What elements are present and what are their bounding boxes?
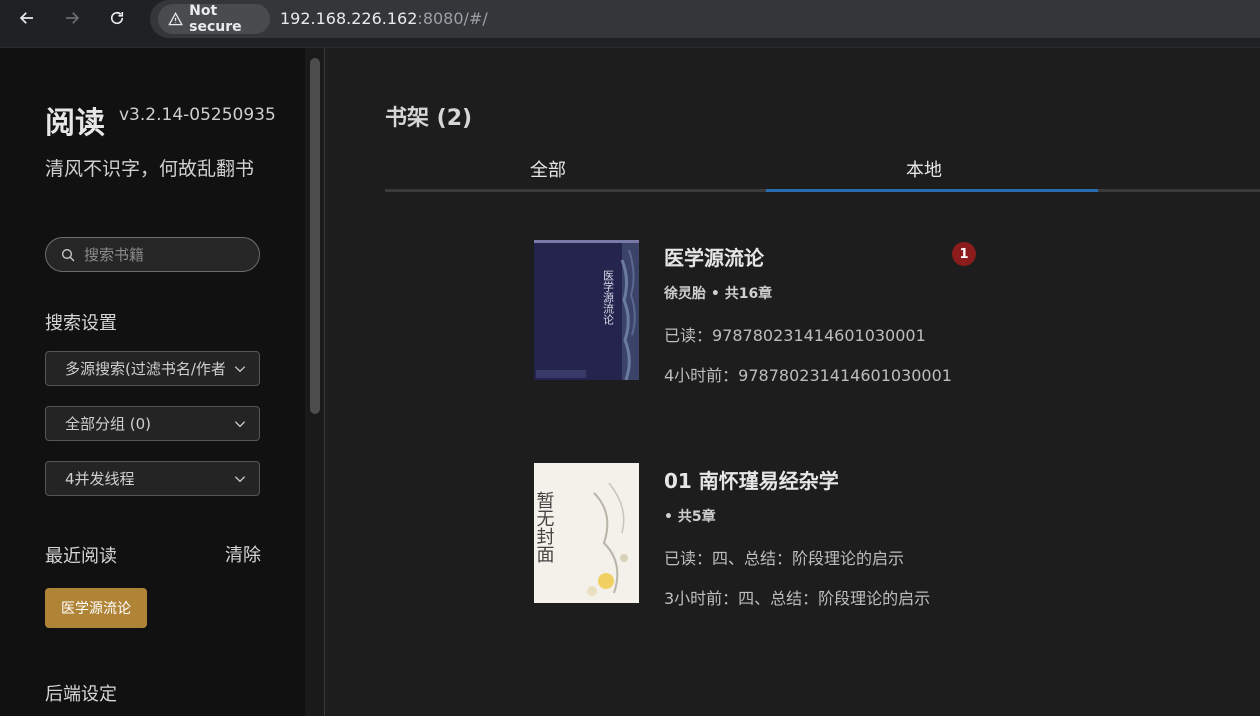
browser-toolbar: Not secure 192.168.226.162:8080/#/ <box>0 0 1260 48</box>
security-label: Not secure <box>189 3 242 35</box>
chevron-down-icon <box>234 476 246 483</box>
book-chapters: 共16章 <box>724 286 773 302</box>
book-item[interactable]: 暂无封面 01 南怀瑾易经杂学 • 共5章 已读：四、总结：阶段理论的启示 3小… <box>534 463 1034 608</box>
book-cover[interactable]: 暂无封面 <box>534 463 639 603</box>
chevron-down-icon <box>234 421 246 428</box>
search-settings-label: 搜索设置 <box>45 313 117 334</box>
app-version: v3.2.14-05250935 <box>119 105 276 125</box>
app-title: 阅读 <box>45 106 105 141</box>
book-item[interactable]: 医学源流论 医学源流论 1 徐灵胎 • 共16章 已读：978780231414… <box>534 240 1034 385</box>
back-button[interactable] <box>15 6 39 30</box>
cover-title-text: 医学源流论 <box>602 270 615 325</box>
search-input[interactable] <box>84 245 234 264</box>
shelf-title: 书架 (2) <box>385 106 473 131</box>
search-source-select[interactable]: 多源搜索(过滤书名/作者 <box>45 351 260 386</box>
book-latest-chapter: 4小时前：978780231414601030001 <box>664 366 952 385</box>
meta-separator: • <box>664 509 678 525</box>
reload-icon <box>110 11 124 25</box>
group-value: 全部分组 (0) <box>65 415 152 433</box>
book-read-progress: 已读：四、总结：阶段理论的启示 <box>664 549 905 568</box>
book-meta: • 共5章 <box>664 506 716 526</box>
book-title[interactable]: 医学源流论 <box>664 242 764 271</box>
url-host: 192.168.226.162 <box>280 9 418 28</box>
sidebar-scrollbar[interactable] <box>305 48 325 716</box>
meta-separator: • <box>710 286 725 302</box>
thread-select[interactable]: 4并发线程 <box>45 461 260 496</box>
book-read-progress: 已读：978780231414601030001 <box>664 326 926 345</box>
url-rest: :8080/#/ <box>417 9 488 28</box>
search-box[interactable] <box>45 237 260 272</box>
backend-label: 后端设定 <box>45 684 117 705</box>
search-source-value: 多源搜索(过滤书名/作者 <box>65 360 225 378</box>
sidebar-scroll-thumb[interactable] <box>310 58 320 414</box>
recent-book-chip[interactable]: 医学源流论 <box>45 588 147 628</box>
arrow-right-icon <box>66 12 80 24</box>
motto: 清风不识字，何故乱翻书 <box>45 158 255 180</box>
shelf-tabs: 全部 本地 <box>385 144 1260 192</box>
book-title[interactable]: 01 南怀瑾易经杂学 <box>664 465 839 494</box>
group-select[interactable]: 全部分组 (0) <box>45 406 260 441</box>
search-icon <box>62 248 75 261</box>
cover-placeholder-text: 暂无封面 <box>534 491 555 563</box>
book-meta: 徐灵胎 • 共16章 <box>664 283 772 303</box>
reload-button[interactable] <box>105 6 129 30</box>
warning-icon <box>168 12 183 26</box>
book-cover[interactable]: 医学源流论 <box>534 240 639 380</box>
book-cover-image: 医学源流论 <box>534 240 639 380</box>
tab-all[interactable]: 全部 <box>530 156 566 182</box>
chevron-down-icon <box>234 366 246 373</box>
unread-badge: 1 <box>952 242 976 266</box>
tab-active-indicator <box>766 189 1098 192</box>
address-bar[interactable]: Not secure 192.168.226.162:8080/#/ <box>150 0 1260 38</box>
sidebar: 阅读 v3.2.14-05250935 清风不识字，何故乱翻书 搜索设置 多源搜… <box>0 48 305 716</box>
arrow-left-icon <box>19 12 33 24</box>
forward-button[interactable] <box>60 6 84 30</box>
main-content: 书架 (2) 全部 本地 医学源流论 医学源流论 1 徐灵胎 • 共16章 已读… <box>326 48 1260 716</box>
default-cover-image: 暂无封面 <box>534 463 639 603</box>
thread-value: 4并发线程 <box>65 470 135 488</box>
book-chapters: 共5章 <box>677 509 716 525</box>
security-chip[interactable]: Not secure <box>158 3 270 35</box>
book-latest-chapter: 3小时前：四、总结：阶段理论的启示 <box>664 589 931 608</box>
clear-recent-button[interactable]: 清除 <box>225 541 261 567</box>
book-author: 徐灵胎 <box>664 286 706 302</box>
tab-local[interactable]: 本地 <box>906 156 942 182</box>
recent-label: 最近阅读 <box>45 546 117 567</box>
url-text[interactable]: 192.168.226.162:8080/#/ <box>280 9 488 28</box>
